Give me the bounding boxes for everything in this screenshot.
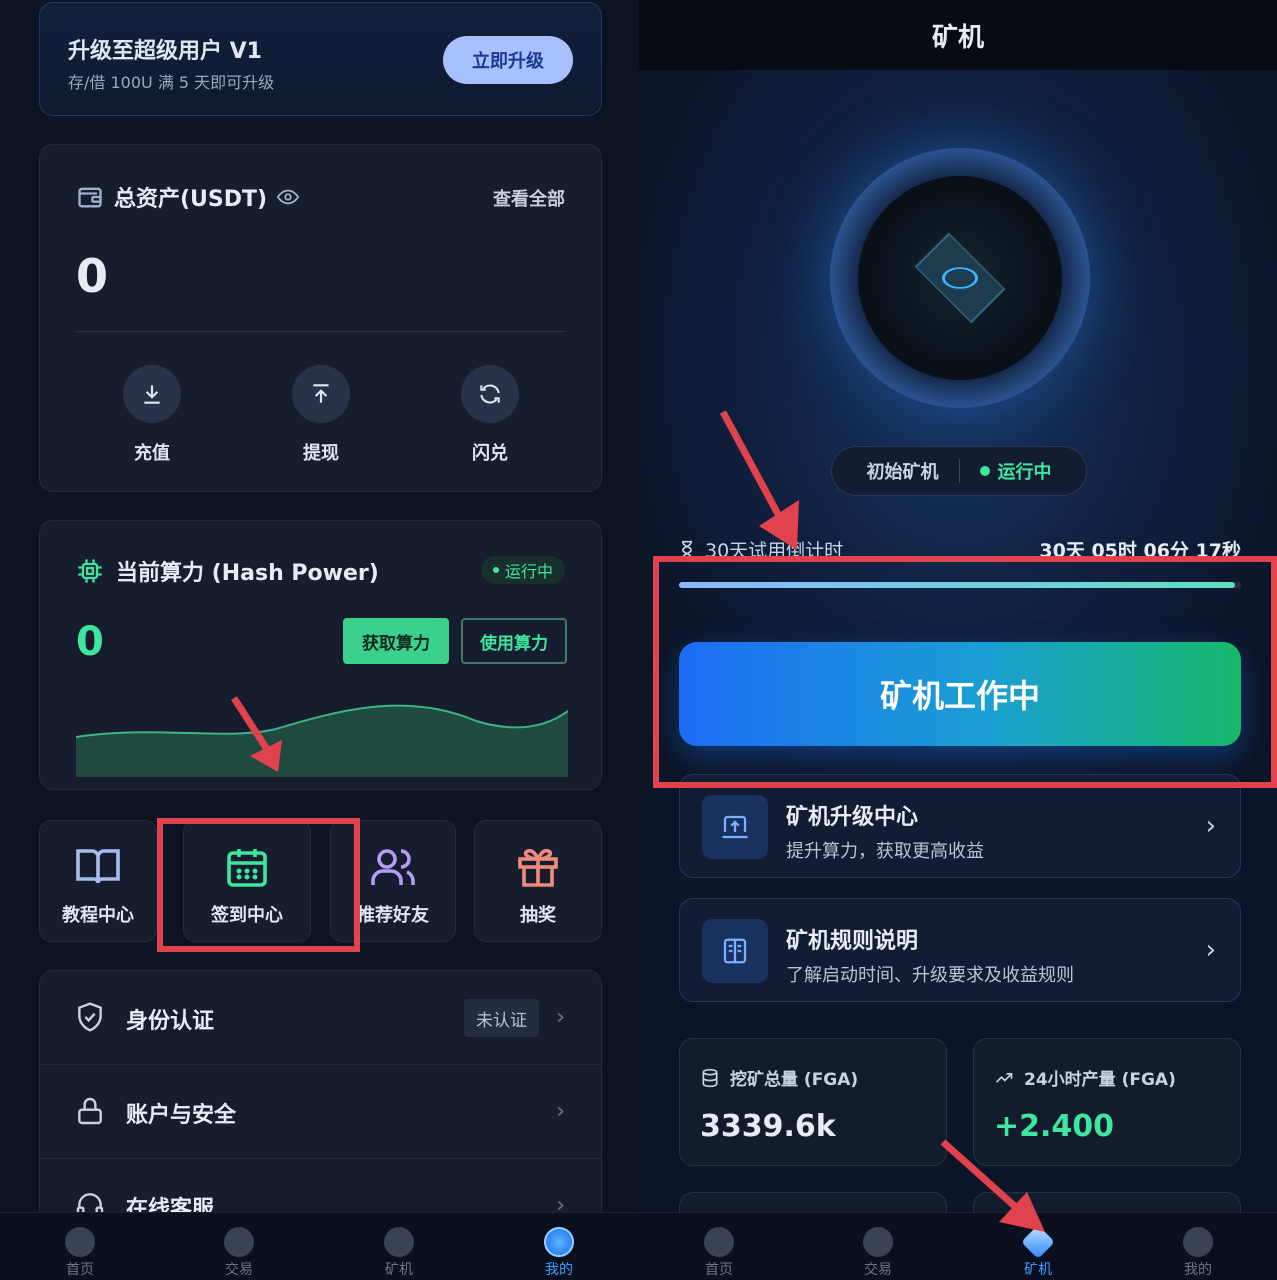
deposit-button[interactable]: 充值: [102, 365, 202, 465]
upgrade-card: 升级至超级用户 V1 存/借 100U 满 5 天即可升级 立即升级: [39, 2, 602, 116]
trend-icon: [995, 1072, 1013, 1083]
upgrade-center-item[interactable]: 矿机升级中心 提升算力，获取更高收益 ›: [679, 774, 1241, 878]
upgrade-now-button[interactable]: 立即升级: [443, 36, 573, 84]
withdraw-label: 提现: [303, 443, 339, 464]
identity-label: 身份认证: [126, 1009, 215, 1034]
chevron-right-icon: ›: [1205, 935, 1216, 965]
lottery-label: 抽奖: [520, 905, 556, 926]
upgrade-center-subtitle: 提升算力，获取更高收益: [786, 841, 984, 862]
divider: [76, 331, 565, 332]
swap-button[interactable]: 闪兑: [440, 365, 540, 465]
cube-icon: [384, 1227, 414, 1257]
upgrade-center-title: 矿机升级中心: [786, 805, 919, 830]
nav-mine[interactable]: 我的: [519, 1213, 599, 1279]
hash-header: 当前算力 (Hash Power): [76, 555, 379, 587]
machine-name: 初始矿机: [866, 462, 939, 483]
page-title: 矿机: [639, 0, 1277, 70]
chevron-right-icon: ›: [556, 1099, 565, 1124]
assets-title: 总资产(USDT): [114, 187, 268, 212]
assets-header: 总资产(USDT): [76, 181, 300, 213]
nav-trade[interactable]: 交易: [199, 1213, 279, 1279]
book-icon: [76, 849, 120, 884]
nav-miner[interactable]: 矿机: [359, 1213, 439, 1279]
upgrade-subtitle: 存/借 100U 满 5 天即可升级: [68, 73, 275, 92]
total-assets-card: 总资产(USDT) 查看全部 0 充值 提现 闪兑: [39, 144, 602, 492]
view-all-link[interactable]: 查看全部: [493, 185, 565, 211]
upgrade-title: 升级至超级用户 V1: [68, 39, 262, 64]
download-icon: [144, 385, 160, 404]
home-icon: [65, 1227, 95, 1257]
hash-power-card: 当前算力 (Hash Power) 运行中 0 获取算力 使用算力: [39, 520, 602, 790]
bottom-nav: 首页 交易 矿机 我的: [0, 1212, 638, 1280]
wallet-icon: [78, 187, 102, 208]
total-mined-card: 挖矿总量 (FGA) 3339.6k: [679, 1038, 947, 1166]
hash-trend-chart: [76, 704, 568, 777]
refresh-icon: [480, 384, 500, 404]
status-badge: 未认证: [464, 999, 539, 1037]
lock-icon: [78, 1097, 102, 1125]
lottery-button[interactable]: 抽奖: [474, 820, 602, 942]
nav-home[interactable]: 首页: [40, 1213, 120, 1279]
home-icon: [704, 1227, 734, 1257]
shield-icon: [78, 1002, 102, 1032]
rules-item[interactable]: 矿机规则说明 了解启动时间、升级要求及收益规则 ›: [679, 898, 1241, 1002]
annotation-arrow: [940, 1139, 1045, 1232]
upload-icon: [313, 384, 329, 403]
users-icon: [371, 849, 415, 885]
gift-icon: [518, 848, 558, 887]
annotation-arrow: [719, 410, 799, 550]
database-icon: [702, 1068, 718, 1087]
tutorial-label: 教程中心: [62, 905, 134, 926]
screenshot-stage: 升级至超级用户 V1 存/借 100U 满 5 天即可升级 立即升级 总资产(U…: [0, 0, 1277, 1280]
chart-icon: [224, 1227, 254, 1257]
chart-icon: [863, 1227, 893, 1257]
miner-panel: 矿机 初始矿机 运行中 30天试用倒计时 30天 05时 06分 17秒 矿机工…: [639, 0, 1277, 1280]
withdraw-button[interactable]: 提现: [271, 365, 371, 465]
annotation-box: [653, 556, 1277, 788]
total-mined-value: 3339.6k: [700, 1109, 836, 1144]
tutorial-center-button[interactable]: 教程中心: [39, 820, 157, 942]
nav-trade[interactable]: 交易: [838, 1213, 918, 1279]
machine-status-pill: 初始矿机 运行中: [831, 446, 1087, 496]
deposit-label: 充值: [134, 443, 170, 464]
user-icon: [1183, 1227, 1213, 1257]
upgrade-icon: [722, 815, 748, 839]
chip-icon: [78, 559, 102, 583]
hash-title: 当前算力 (Hash Power): [116, 561, 379, 586]
annotation-arrow: [231, 696, 282, 772]
annotation-box: [157, 818, 360, 952]
security-label: 账户与安全: [126, 1103, 237, 1128]
user-icon: [544, 1227, 574, 1257]
eye-icon[interactable]: [277, 186, 300, 208]
list-item-identity[interactable]: 身份认证 未认证 ›: [40, 971, 601, 1065]
use-hash-button[interactable]: 使用算力: [461, 618, 567, 664]
chevron-right-icon: ›: [556, 1005, 565, 1030]
get-hash-button[interactable]: 获取算力: [343, 618, 449, 664]
running-badge: 运行中: [480, 556, 565, 584]
swap-label: 闪兑: [472, 443, 508, 464]
nav-home[interactable]: 首页: [679, 1213, 759, 1279]
book-icon: [723, 938, 747, 964]
rules-subtitle: 了解启动时间、升级要求及收益规则: [786, 965, 1074, 986]
profile-panel: 升级至超级用户 V1 存/借 100U 满 5 天即可升级 立即升级 总资产(U…: [0, 0, 638, 1280]
assets-value: 0: [76, 249, 109, 303]
rules-title: 矿机规则说明: [786, 929, 919, 954]
chevron-right-icon: ›: [1205, 811, 1216, 841]
hash-value: 0: [76, 619, 104, 665]
machine-running-status: 运行中: [979, 458, 1052, 484]
list-item-security[interactable]: 账户与安全 ›: [40, 1065, 601, 1159]
miner-visual: [830, 148, 1090, 408]
nav-mine[interactable]: 我的: [1158, 1213, 1238, 1279]
